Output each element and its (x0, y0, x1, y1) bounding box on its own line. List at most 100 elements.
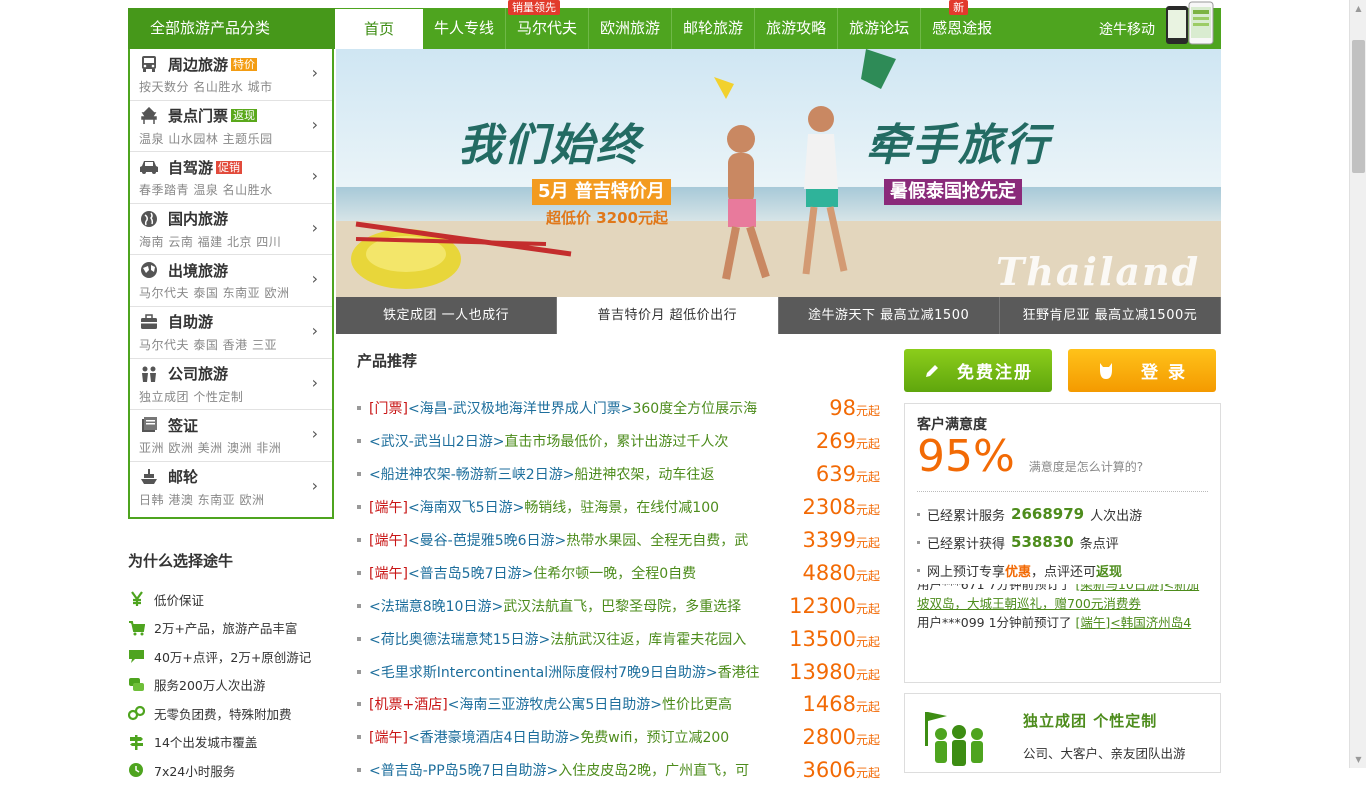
scroll-down-arrow[interactable]: ▼ (1350, 751, 1366, 768)
product-link[interactable]: [机票+酒店]<海南三亚游牧虎公寓5日自助游>性价比更高 (369, 694, 789, 714)
product-link[interactable]: [端午]<曼谷-芭提雅5晚6日游>热带水果园、全程无自费，武 (369, 530, 789, 550)
sidebar-item-tag: 促销 (216, 160, 243, 174)
sidebar-item[interactable]: 自助游 马尔代夫 泰国 香港 三亚 › (130, 307, 332, 359)
sidebar-item-title: 邮轮 (168, 468, 199, 487)
sidebar-item[interactable]: 公司旅游 独立成团 个性定制 › (130, 359, 332, 411)
product-link[interactable]: [门票]<海昌-武汉极地海洋世界成人门票>360度全方位展示海 (369, 398, 789, 418)
feed-product-link[interactable]: [端午]<韩国济州岛4 (1076, 615, 1192, 630)
price-value: 12300 (789, 593, 856, 618)
page-scrollbar[interactable]: ▲ ▼ (1349, 0, 1366, 768)
bullet (357, 636, 361, 641)
product-item[interactable]: <毛里求斯Intercontinental洲际度假村7晚9日自助游>香港往 139… (357, 655, 882, 688)
price-value: 639 (815, 462, 856, 487)
chevron-right-icon: › (311, 320, 318, 340)
product-link[interactable]: [端午]<海南双飞5日游>畅销线，驻海景，在线付减100 (369, 497, 789, 517)
sidebar-item-title: 公司旅游 (168, 365, 229, 384)
sidebar-item[interactable]: 邮轮 日韩 港澳 东南亚 欧洲 › (130, 462, 332, 514)
product-prefix: [端午] (369, 500, 408, 517)
product-link[interactable]: <毛里求斯Intercontinental洲际度假村7晚9日自助游>香港往 (369, 662, 789, 682)
product-link[interactable]: <普吉岛-PP岛5晚7日自助游>入住皮皮岛2晚，广州直飞，可 (369, 760, 789, 780)
price-value: 3606 (802, 758, 856, 783)
product-price: 2308元起 (803, 495, 880, 519)
product-price: 12300元起 (789, 594, 880, 618)
product-item[interactable]: <武汉-武当山2日游>直击市场最低价，累计出游过千人次 269元起 (357, 425, 882, 458)
chevron-right-icon: › (311, 217, 318, 237)
chevron-right-icon: › (311, 166, 318, 186)
all-categories-button[interactable]: 全部旅游产品分类 (128, 8, 335, 49)
product-link[interactable]: <荷比奥德法瑞意梵15日游>法航武汉往返，库肯霍夫花园入 (369, 629, 789, 649)
nav-link-4[interactable]: 邮轮旅游 (672, 8, 756, 49)
sidebar-item[interactable]: 周边旅游 特价 按天数分 名山胜水 城市 › (130, 49, 332, 101)
product-price: 1468元起 (803, 692, 880, 716)
hero-banner[interactable]: 我们始终 牵手旅行 5月 普吉特价月 超低价 3200元起 暑假泰国抢先定 Th… (336, 49, 1221, 297)
nav-link-7[interactable]: 感恩途报 新 (921, 0, 1003, 49)
banner-tab[interactable]: 狂野肯尼亚 最高立减1500元 (1000, 297, 1221, 334)
bullet (357, 439, 361, 444)
register-button[interactable]: 免费注册 (904, 349, 1052, 392)
stat-served: 已经累计服务 2668979 人次出游 (917, 500, 1208, 528)
why-item-label: 14个出发城市覆盖 (154, 735, 258, 751)
group-tour-panel[interactable]: 独立成团 个性定制 公司、大客户、亲友团队出游 (904, 693, 1221, 773)
booking-feed: 用户***671 7分钟前预订了 [染新马10日游]<新加坡双岛，大城王朝巡礼，… (917, 584, 1208, 642)
world-icon (139, 260, 159, 280)
product-item[interactable]: [端午]<曼谷-芭提雅5晚6日游>热带水果园、全程无自费，武 3399元起 (357, 524, 882, 557)
sidebar-item[interactable]: 景点门票 返现 温泉 山水园林 主题乐园 › (130, 101, 332, 153)
why-title: 为什么选择途牛 (128, 552, 234, 570)
product-item[interactable]: [端午]<海南双飞5日游>畅销线，驻海景，在线付减100 2308元起 (357, 491, 882, 524)
banner-tab[interactable]: 普吉特价月 超低价出行 (557, 297, 779, 334)
sidebar-item-title-row: 出境旅游 (139, 259, 332, 281)
price-value: 98 (829, 396, 856, 421)
why-item: 40万+点评，2万+原创游记 (128, 642, 334, 671)
nav-link-1[interactable]: 牛人专线 (423, 8, 507, 49)
register-label: 免费注册 (957, 363, 1033, 383)
sidebar-item[interactable]: 签证 亚洲 欧洲 美洲 澳洲 非洲 › (130, 410, 332, 462)
scroll-thumb[interactable] (1352, 40, 1365, 173)
scroll-up-arrow[interactable]: ▲ (1350, 0, 1366, 17)
tuniu-mobile-link[interactable]: 途牛移动 (1099, 1, 1215, 49)
product-name: <海昌-武汉极地海洋世界成人门票> (407, 401, 633, 418)
nav-link-5[interactable]: 旅游攻略 (755, 8, 839, 49)
product-desc: 法航武汉往返，库肯霍夫花园入 (550, 631, 747, 648)
nav-link-2[interactable]: 马尔代夫 销量领先 (506, 0, 590, 49)
product-item[interactable]: <普吉岛-PP岛5晚7日自助游>入住皮皮岛2晚，广州直飞，可 3606元起 (357, 754, 882, 787)
banner-tab[interactable]: 铁定成团 一人也成行 (336, 297, 558, 334)
product-item[interactable]: <荷比奥德法瑞意梵15日游>法航武汉往返，库肯霍夫花园入 13500元起 (357, 622, 882, 655)
product-name: <荷比奥德法瑞意梵15日游> (369, 631, 551, 648)
sidebar-item[interactable]: 自驾游 促销 春季踏青 温泉 名山胜水 › (130, 152, 332, 204)
banner-promo1-title: 5月 普吉特价月 (532, 179, 671, 205)
product-prefix: [门票] (369, 401, 408, 418)
product-name: <法瑞意8晚10日游> (369, 598, 504, 615)
product-item[interactable]: [端午]<香港豪境酒店4日自助游>免费wifi，预订立减200 2800元起 (357, 721, 882, 754)
nav-link-6[interactable]: 旅游论坛 (838, 8, 922, 49)
login-label: 登 录 (1141, 363, 1187, 383)
sidebar-item[interactable]: 出境旅游 马尔代夫 泰国 东南亚 欧洲 › (130, 255, 332, 307)
sidebar-item-sub: 独立成团 个性定制 (139, 389, 244, 404)
satisfaction-question-link[interactable]: 满意度是怎么计算的? (1029, 458, 1143, 475)
satisfaction-score: 95% 满意度是怎么计算的? (917, 433, 1208, 492)
sidebar-item-title-row: 周边旅游 特价 (139, 53, 332, 75)
banner-watermark: Thailand (996, 249, 1201, 294)
nav-link-0[interactable]: 首页 (335, 9, 423, 49)
ship-icon (139, 467, 159, 487)
sidebar-item-title-row: 签证 (139, 414, 332, 436)
cart-icon (128, 619, 145, 636)
nav-link-3[interactable]: 欧洲旅游 (589, 8, 673, 49)
product-item[interactable]: [端午]<普吉岛5晚7日游>住希尔顿一晚，全程0自费 4880元起 (357, 556, 882, 589)
sidebar-item-title: 周边旅游 (168, 55, 229, 74)
product-item[interactable]: [门票]<海昌-武汉极地海洋世界成人门票>360度全方位展示海 98元起 (357, 392, 882, 425)
feed-user: 用户***671 7分钟前预订了 (917, 584, 1072, 592)
product-link[interactable]: <法瑞意8晚10日游>武汉法航直飞，巴黎圣母院，多重选择 (369, 596, 789, 616)
product-price: 3606元起 (803, 758, 880, 782)
login-button[interactable]: 登 录 (1068, 349, 1216, 392)
sidebar-item[interactable]: 国内旅游 海南 云南 福建 北京 四川 › (130, 204, 332, 256)
product-link[interactable]: [端午]<香港豪境酒店4日自助游>免费wifi，预订立减200 (369, 727, 789, 747)
product-item[interactable]: <船进神农架-畅游新三峡2日游>船进神农架，动车往返 639元起 (357, 458, 882, 491)
banner-headline-left: 我们始终 (458, 120, 642, 171)
product-link[interactable]: <船进神农架-畅游新三峡2日游>船进神农架，动车往返 (369, 464, 789, 484)
sidebar-item-title-row: 邮轮 (139, 466, 332, 488)
product-link[interactable]: <武汉-武当山2日游>直击市场最低价，累计出游过千人次 (369, 431, 789, 451)
banner-tab[interactable]: 途牛游天下 最高立减1500 (779, 297, 1000, 334)
product-link[interactable]: [端午]<普吉岛5晚7日游>住希尔顿一晚，全程0自费 (369, 563, 789, 583)
product-item[interactable]: <法瑞意8晚10日游>武汉法航直飞，巴黎圣母院，多重选择 12300元起 (357, 589, 882, 622)
product-item[interactable]: [机票+酒店]<海南三亚游牧虎公寓5日自助游>性价比更高 1468元起 (357, 688, 882, 721)
